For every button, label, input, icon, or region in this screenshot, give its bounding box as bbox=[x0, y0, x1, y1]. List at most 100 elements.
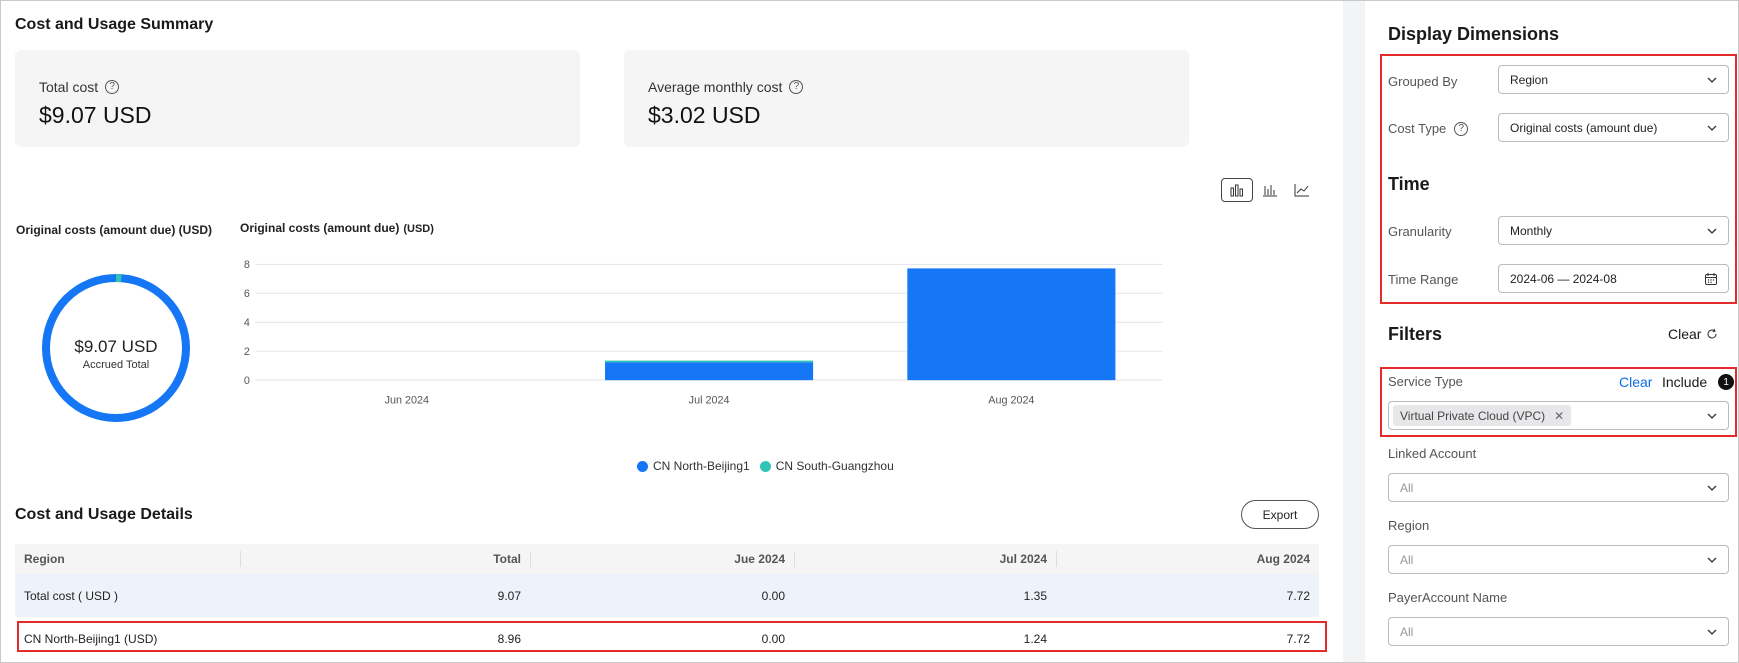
x-tick-label: Jun 2024 bbox=[385, 395, 429, 407]
payer-account-select[interactable]: All bbox=[1388, 617, 1729, 646]
bar-segment bbox=[605, 360, 814, 363]
help-icon[interactable]: ? bbox=[789, 80, 804, 94]
bar-chart-title-text: Original costs (amount due) bbox=[240, 221, 400, 235]
cost-details-table: Region Total Jue 2024 Jul 2024 Aug 2024 … bbox=[15, 544, 1319, 660]
service-type-tag-label: Virtual Private Cloud (VPC) bbox=[1400, 408, 1546, 423]
region-value: All bbox=[1400, 552, 1414, 567]
chevron-down-icon bbox=[1707, 77, 1717, 83]
donut-title: Original costs (amount due) (USD) bbox=[16, 223, 213, 237]
legend-dot bbox=[759, 460, 771, 472]
column-header-jul[interactable]: Jul 2024 bbox=[794, 544, 1056, 574]
cost-type-label-group: Cost Type? bbox=[1388, 121, 1469, 136]
chevron-down-icon bbox=[1707, 228, 1717, 234]
average-monthly-label: Average monthly cost bbox=[648, 79, 783, 95]
legend-item-guangzhou[interactable]: CN South-Guangzhou bbox=[759, 459, 894, 473]
region-label: Region bbox=[1388, 518, 1430, 533]
include-label: Include bbox=[1662, 374, 1708, 390]
cost-type-value: Original costs (amount due) bbox=[1510, 120, 1658, 135]
column-header-total[interactable]: Total bbox=[240, 544, 530, 574]
y-tick-label: 2 bbox=[244, 346, 250, 358]
region-select[interactable]: All bbox=[1388, 545, 1729, 574]
service-type-clear-link[interactable]: Clear bbox=[1619, 374, 1652, 390]
filters-clear-label: Clear bbox=[1668, 326, 1702, 342]
grouped-by-select[interactable]: Region bbox=[1498, 65, 1729, 94]
table-cell: 1.24 bbox=[1023, 631, 1047, 646]
grouped-bar-icon bbox=[1230, 184, 1243, 197]
x-tick-label: Aug 2024 bbox=[988, 395, 1034, 407]
legend-label: CN South-Guangzhou bbox=[775, 459, 894, 473]
donut-center-label: Accrued Total bbox=[82, 359, 150, 371]
summary-title: Cost and Usage Summary bbox=[15, 16, 214, 33]
grouped-by-label: Grouped By bbox=[1388, 74, 1458, 89]
column-header-aug[interactable]: Aug 2024 bbox=[1056, 544, 1319, 574]
linked-account-select[interactable]: All bbox=[1388, 473, 1729, 502]
legend-dot bbox=[637, 460, 648, 472]
cost-type-label: Cost Type bbox=[1388, 121, 1447, 136]
total-cost-label: Total cost bbox=[39, 79, 99, 95]
legend-item-beijing[interactable]: CN North-Beijing1 bbox=[637, 459, 750, 473]
granularity-value: Monthly bbox=[1510, 223, 1553, 238]
stacked-bar-chart-button[interactable] bbox=[1254, 178, 1286, 202]
service-type-tag: Virtual Private Cloud (VPC) ✕ bbox=[1393, 405, 1572, 426]
y-tick-label: 0 bbox=[244, 375, 250, 387]
chart-type-toggle bbox=[1221, 178, 1319, 204]
payer-account-label: PayerAccount Name bbox=[1388, 590, 1508, 605]
bar-chart-title: Original costs (amount due) (USD) bbox=[240, 221, 434, 235]
sidebar-panel: Display Dimensions Grouped By Region Cos… bbox=[1365, 1, 1738, 662]
service-type-label: Service Type bbox=[1388, 374, 1463, 389]
time-range-value: 2024-06 — 2024-08 bbox=[1510, 271, 1617, 286]
cost-type-select[interactable]: Original costs (amount due) bbox=[1498, 113, 1729, 142]
x-tick-label: Jul 2024 bbox=[689, 395, 730, 407]
column-header-jun[interactable]: Jue 2024 bbox=[530, 544, 794, 574]
panel-gutter bbox=[1343, 1, 1365, 662]
line-chart-button[interactable] bbox=[1286, 178, 1318, 202]
donut-center-value: $9.07 USD bbox=[74, 337, 158, 356]
grouped-by-value: Region bbox=[1510, 72, 1549, 87]
total-cost-card: Total cost? $9.07 USD bbox=[15, 50, 580, 147]
service-type-select[interactable]: Virtual Private Cloud (VPC) ✕ bbox=[1388, 401, 1729, 430]
granularity-select[interactable]: Monthly bbox=[1498, 216, 1729, 245]
grouped-bar-chart-button[interactable] bbox=[1221, 178, 1253, 202]
display-dimensions-title: Display Dimensions bbox=[1388, 24, 1560, 44]
linked-account-value: All bbox=[1400, 480, 1414, 495]
table-row: CN North-Beijing1 (USD) 8.96 0.00 1.24 7… bbox=[15, 617, 1319, 660]
export-button[interactable]: Export bbox=[1241, 500, 1319, 529]
bar-chart-icon bbox=[1262, 185, 1277, 197]
filters-clear-button[interactable]: Clear bbox=[1668, 326, 1718, 342]
column-header-region[interactable]: Region bbox=[15, 544, 240, 574]
remove-tag-icon[interactable]: ✕ bbox=[1554, 409, 1564, 423]
y-tick-label: 8 bbox=[244, 259, 250, 271]
filters-title: Filters bbox=[1388, 324, 1443, 344]
table-cell: 1.35 bbox=[794, 574, 1056, 617]
y-tick-label: 6 bbox=[244, 288, 250, 300]
table-cell: 8.96 bbox=[497, 631, 521, 646]
chevron-down-icon bbox=[1707, 413, 1717, 419]
bar-chart-unit: (USD) bbox=[403, 223, 434, 235]
payer-account-value: All bbox=[1400, 624, 1414, 639]
service-type-include-toggle[interactable]: Include 1 bbox=[1662, 374, 1735, 390]
table-cell: Total cost ( USD ) bbox=[15, 574, 240, 617]
help-icon[interactable]: ? bbox=[105, 80, 120, 94]
linked-account-label: Linked Account bbox=[1388, 446, 1477, 461]
table-cell: 0.00 bbox=[530, 574, 794, 617]
table-cell: 0.00 bbox=[761, 631, 785, 646]
table-header-row: Region Total Jue 2024 Jul 2024 Aug 2024 bbox=[15, 544, 1319, 574]
help-icon[interactable]: ? bbox=[1454, 121, 1469, 136]
details-title: Cost and Usage Details bbox=[15, 506, 193, 523]
table-cell: 7.72 bbox=[1056, 574, 1319, 617]
granularity-label: Granularity bbox=[1388, 224, 1452, 239]
time-range-label: Time Range bbox=[1388, 272, 1459, 287]
average-monthly-value: $3.02 USD bbox=[648, 102, 761, 128]
table-cell: CN North-Beijing1 (USD) bbox=[24, 631, 158, 646]
chevron-down-icon bbox=[1707, 629, 1717, 635]
time-range-picker[interactable]: 2024-06 — 2024-08 bbox=[1498, 264, 1729, 293]
refresh-icon bbox=[1708, 328, 1717, 339]
table-cell: 9.07 bbox=[240, 574, 530, 617]
chevron-down-icon bbox=[1707, 485, 1717, 491]
bar-segment bbox=[907, 268, 1116, 381]
total-cost-value: $9.07 USD bbox=[39, 102, 152, 128]
chevron-down-icon bbox=[1707, 125, 1717, 131]
calendar-icon bbox=[1705, 273, 1717, 285]
table-cell: 7.72 bbox=[1286, 631, 1310, 646]
average-monthly-card: Average monthly cost? $3.02 USD bbox=[624, 50, 1189, 147]
